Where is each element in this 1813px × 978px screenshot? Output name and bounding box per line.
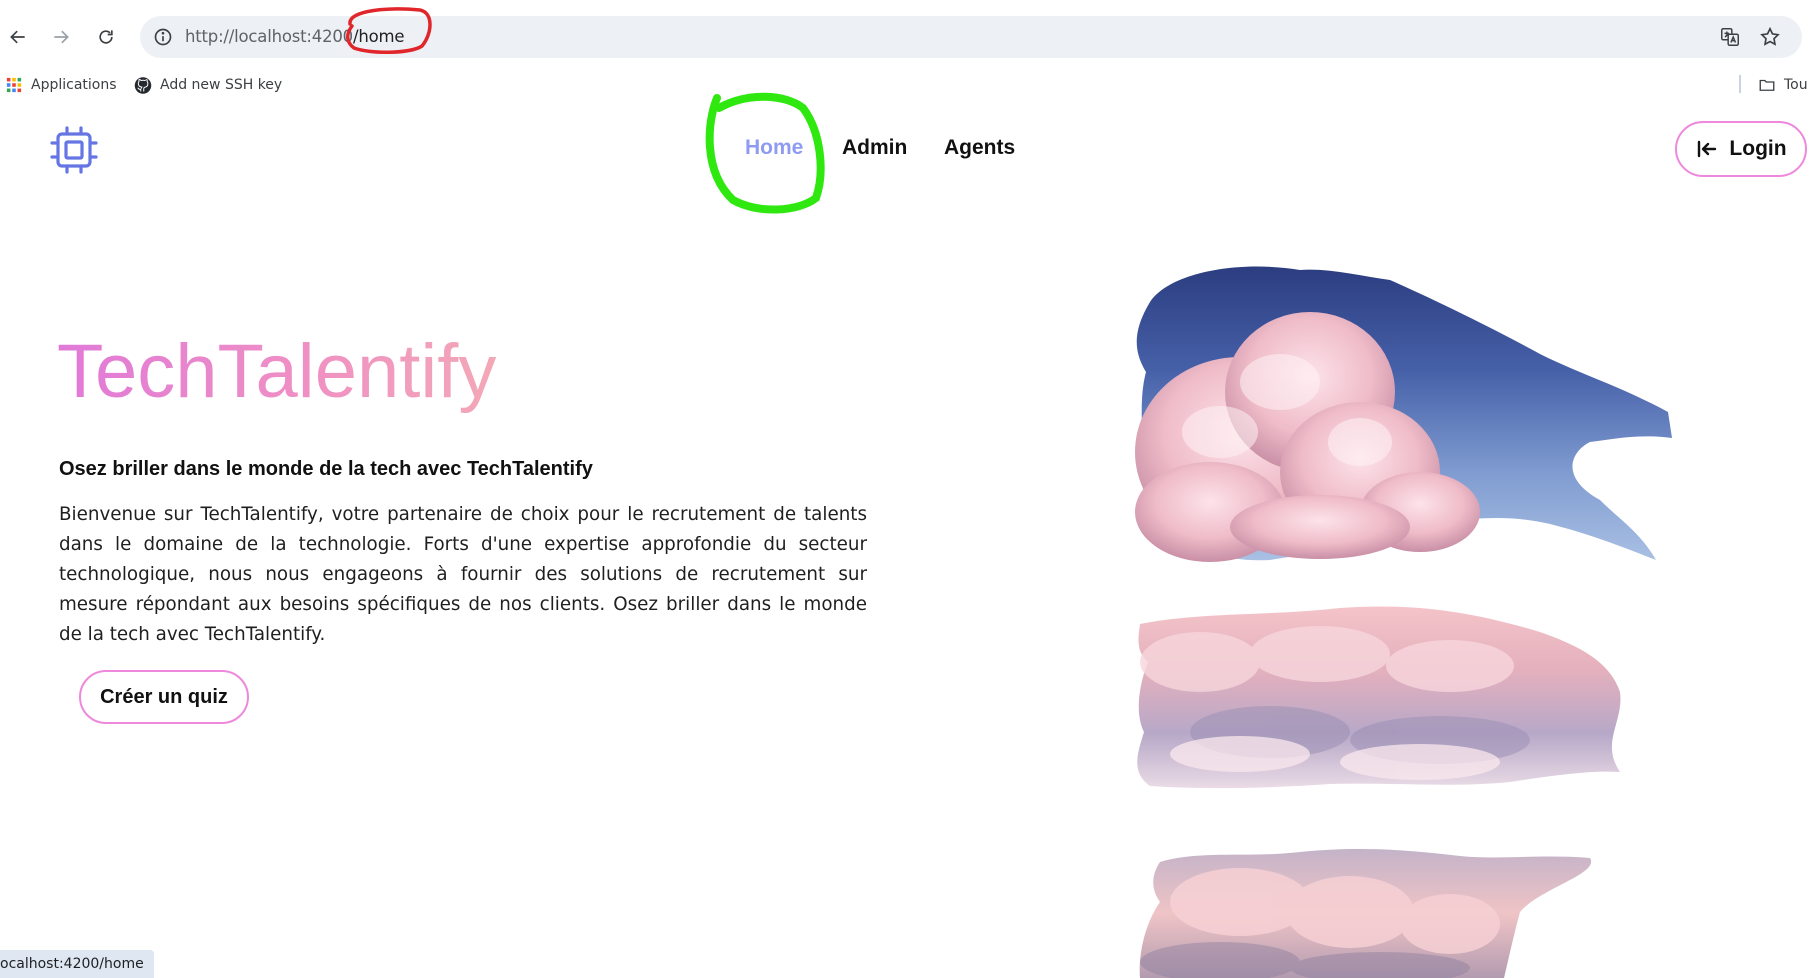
reload-button[interactable]: [91, 22, 121, 52]
bookmark-star-icon[interactable]: [1758, 25, 1782, 49]
folder-label: Tou: [1784, 77, 1808, 93]
site-info-icon[interactable]: [152, 26, 174, 48]
apps-grid-icon: [5, 76, 23, 94]
hero-title: TechTalentify: [57, 329, 497, 414]
url-text[interactable]: http://localhost:4200/home: [185, 27, 405, 46]
reload-icon: [99, 30, 113, 44]
chip-logo-icon[interactable]: [48, 124, 100, 176]
clouds-hero-image: [1135, 266, 1672, 978]
nav-admin[interactable]: Admin: [842, 136, 907, 160]
login-label: Login: [1729, 137, 1787, 160]
hero-subtitle: Osez briller dans le monde de la tech av…: [59, 458, 593, 480]
url-host: http://localhost:4200: [185, 27, 353, 46]
browser-toolbar: http://localhost:4200/home: [0, 0, 1813, 74]
nav-home[interactable]: Home: [745, 136, 803, 160]
link-status-bubble: ocalhost:4200/home: [0, 950, 154, 978]
bookmark-label: Applications: [31, 77, 117, 93]
back-button[interactable]: [3, 22, 33, 52]
github-icon: [134, 76, 152, 94]
other-bookmarks-folder[interactable]: Tou: [1758, 74, 1808, 96]
address-bar[interactable]: http://localhost:4200/home: [140, 16, 1802, 58]
login-arrow-icon: [1695, 137, 1719, 161]
bookmark-label: Add new SSH key: [160, 77, 283, 93]
create-quiz-button[interactable]: Créer un quiz: [79, 670, 249, 724]
folder-icon: [1758, 76, 1776, 94]
back-arrow-icon: [10, 30, 25, 44]
forward-button[interactable]: [46, 22, 76, 52]
login-button[interactable]: Login: [1675, 121, 1807, 177]
bookmarks-divider: [1739, 75, 1741, 93]
forward-arrow-icon: [54, 30, 69, 44]
hero-paragraph: Bienvenue sur TechTalentify, votre parte…: [59, 504, 867, 645]
bookmark-ssh-key[interactable]: Add new SSH key: [134, 74, 282, 96]
bookmark-applications[interactable]: Applications: [5, 74, 117, 96]
nav-agents[interactable]: Agents: [944, 136, 1015, 160]
bookmarks-bar: Applications Add new SSH key Tou: [0, 70, 1813, 100]
translate-icon[interactable]: [1718, 25, 1742, 49]
url-path: /home: [352, 27, 405, 46]
